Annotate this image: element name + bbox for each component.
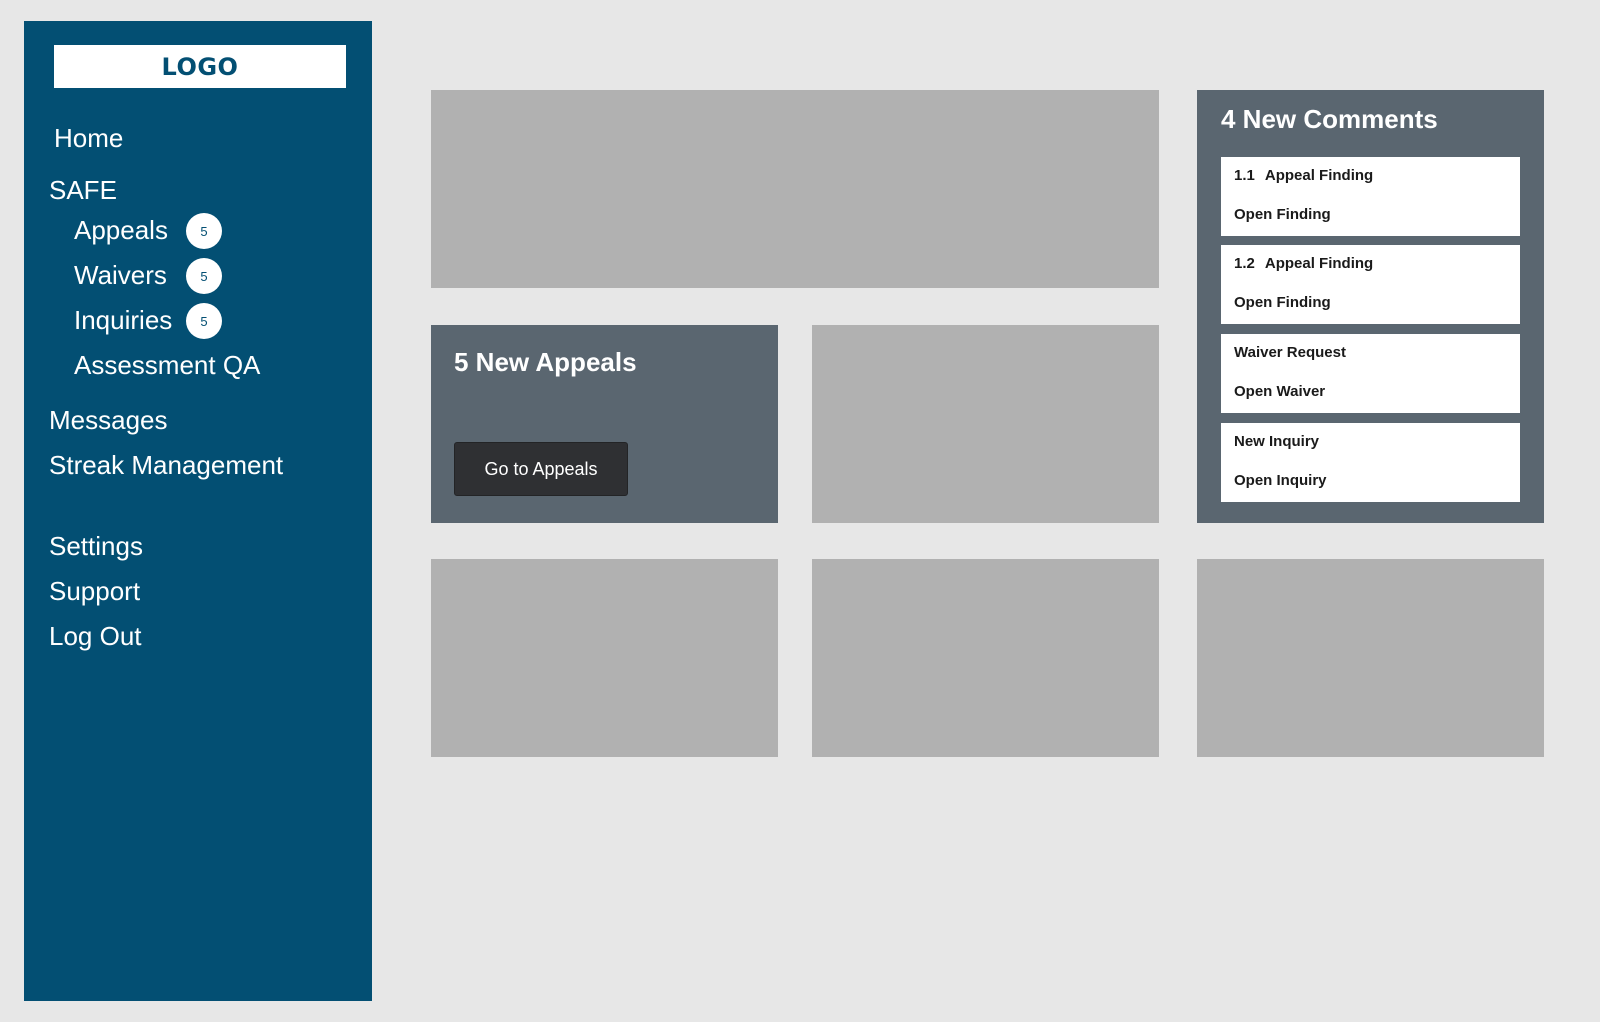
placeholder-tile — [431, 559, 778, 757]
nav-inquiries[interactable]: Inquiries — [74, 305, 172, 335]
appeals-count-badge: 5 — [186, 213, 222, 249]
comment-item: 1.2 Appeal Finding Open Finding — [1221, 245, 1520, 324]
waivers-count-badge: 5 — [186, 258, 222, 294]
go-to-appeals-button[interactable]: Go to Appeals — [454, 442, 628, 496]
new-appeals-title: 5 New Appeals — [454, 347, 637, 377]
comment-title: Appeal Finding — [1264, 255, 1374, 272]
nav-settings[interactable]: Settings — [49, 531, 143, 561]
placeholder-tile — [1197, 559, 1544, 757]
new-comments-title: 4 New Comments — [1221, 104, 1438, 134]
open-finding-link[interactable]: Open Finding — [1234, 294, 1331, 311]
placeholder-tile — [812, 325, 1159, 523]
sidebar: LOGO Home SAFE Appeals 5 Waivers 5 Inqui… — [24, 21, 372, 1001]
placeholder-tile — [812, 559, 1159, 757]
inquiries-count-badge: 5 — [186, 303, 222, 339]
new-comments-card: 4 New Comments 1.1 Appeal Finding Open Fi… — [1197, 90, 1544, 523]
nav-safe[interactable]: SAFE — [49, 175, 117, 205]
comment-number: 1.1 — [1234, 167, 1255, 184]
nav-appeals[interactable]: Appeals — [74, 215, 168, 245]
nav-support[interactable]: Support — [49, 576, 140, 606]
comment-item: Waiver Request Open Waiver — [1221, 334, 1520, 413]
comment-item: 1.1 Appeal Finding Open Finding — [1221, 157, 1520, 236]
open-inquiry-link[interactable]: Open Inquiry — [1234, 472, 1327, 489]
new-appeals-card: 5 New Appeals Go to Appeals — [431, 325, 778, 523]
nav-streak-management[interactable]: Streak Management — [49, 450, 283, 480]
logo: LOGO — [54, 45, 346, 88]
nav-log-out[interactable]: Log Out — [49, 621, 142, 651]
comment-heading: New Inquiry — [1234, 433, 1319, 450]
comment-heading: 1.2 Appeal Finding — [1234, 255, 1373, 272]
comment-title: New Inquiry — [1234, 433, 1320, 450]
nav-home[interactable]: Home — [54, 123, 123, 153]
comment-title: Appeal Finding — [1264, 167, 1374, 184]
comment-title: Waiver Request — [1234, 344, 1346, 361]
open-finding-link[interactable]: Open Finding — [1234, 206, 1331, 223]
open-waiver-link[interactable]: Open Waiver — [1234, 383, 1325, 400]
nav-assessment-qa[interactable]: Assessment QA — [74, 350, 260, 380]
comment-heading: Waiver Request — [1234, 344, 1346, 361]
nav-waivers[interactable]: Waivers — [74, 260, 167, 290]
comment-item: New Inquiry Open Inquiry — [1221, 423, 1520, 502]
nav-messages[interactable]: Messages — [49, 405, 168, 435]
placeholder-tile-wide — [431, 90, 1159, 288]
comment-number: 1.2 — [1234, 255, 1255, 272]
comment-heading: 1.1 Appeal Finding — [1234, 167, 1373, 184]
